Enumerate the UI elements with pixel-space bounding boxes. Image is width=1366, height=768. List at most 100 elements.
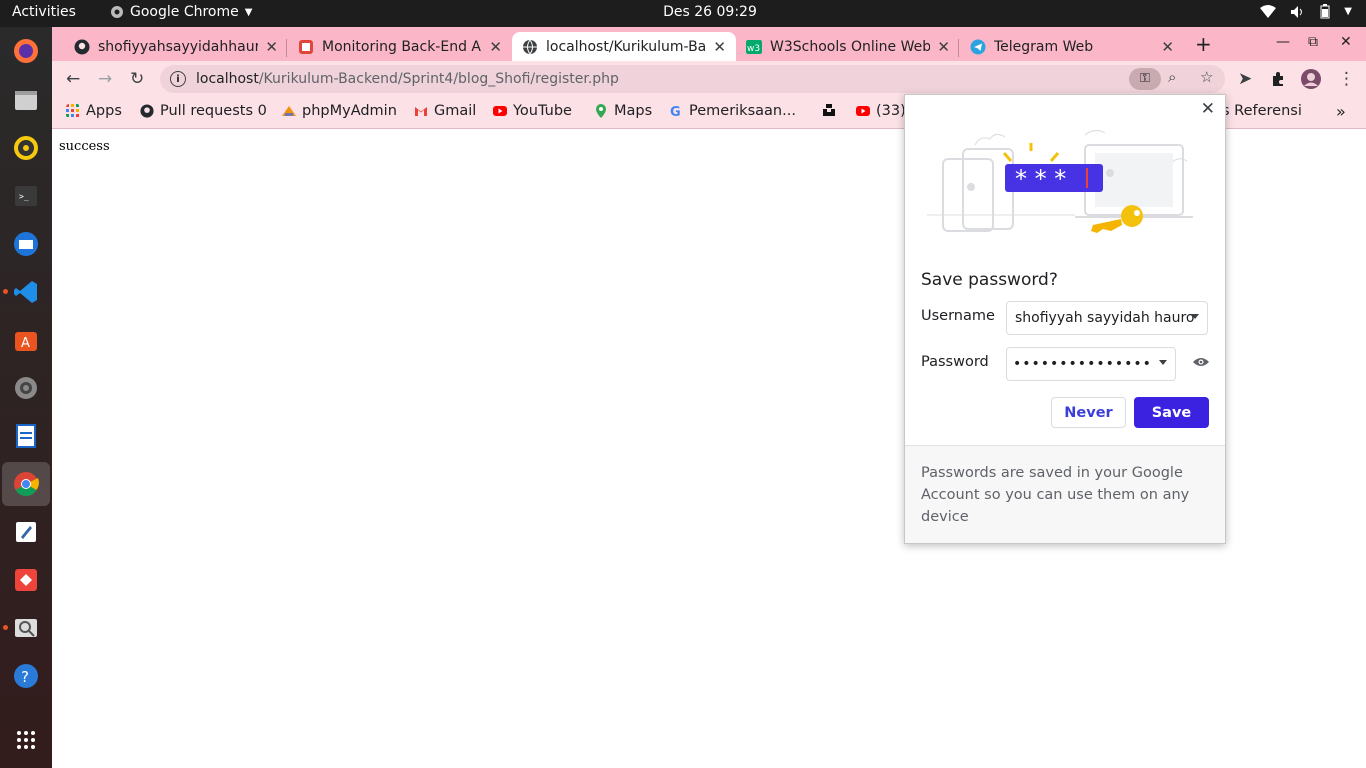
minimize-button[interactable]: — (1276, 34, 1290, 50)
youtube-icon (493, 106, 507, 116)
bookmark-label: phpMyAdmin (302, 103, 397, 119)
tab-title: Monitoring Back-End A (322, 38, 481, 55)
bookmark-pull-requests[interactable]: Pull requests 0 (140, 103, 267, 119)
tab-monitoring[interactable]: Monitoring Back-End A ✕ (288, 32, 512, 61)
never-button[interactable]: Never (1051, 397, 1126, 428)
writer-icon (16, 424, 36, 448)
image-viewer-icon (15, 619, 37, 637)
unsplash-icon (823, 104, 835, 116)
bookmark-maps[interactable]: Maps (594, 103, 652, 119)
bookmark-label: Apps (86, 103, 122, 119)
system-tray[interactable]: ▼ (1260, 4, 1352, 19)
dock-rhythmbox[interactable] (2, 126, 50, 170)
tab-w3schools[interactable]: w3 W3Schools Online Web ✕ (736, 32, 960, 61)
bookmark-label: Maps (614, 103, 653, 119)
dock-anydesk[interactable] (2, 558, 50, 602)
dock-text-editor[interactable] (2, 510, 50, 554)
close-icon[interactable]: ✕ (1161, 38, 1174, 56)
close-icon[interactable]: ✕ (713, 38, 726, 56)
bookmark-referensi[interactable]: s Referensi (1222, 103, 1302, 119)
save-password-dialog: ✕ * * * Save password? Username shofiyya… (904, 94, 1226, 544)
bookmark-label: s Referensi (1222, 103, 1302, 119)
close-icon[interactable]: ✕ (937, 38, 950, 56)
bookmark-pemeriksaan[interactable]: G Pemeriksaan... (669, 103, 796, 119)
password-select[interactable]: ••••••••••••••• (1006, 347, 1176, 381)
folder-icon (15, 91, 37, 110)
username-select[interactable]: shofiyyah sayyidah hauro (1006, 301, 1208, 335)
svg-text:A: A (21, 336, 30, 351)
dock-chrome[interactable] (2, 462, 50, 506)
chevron-down-icon: ▼ (1344, 6, 1352, 17)
reload-button[interactable]: ↻ (130, 69, 144, 89)
bookmark-youtube-33[interactable]: (33) (856, 103, 906, 119)
software-center-icon: A (15, 332, 37, 351)
username-label: Username (921, 308, 995, 324)
username-value: shofiyyah sayyidah hauro (1015, 310, 1195, 326)
bookmark-gmail[interactable]: Gmail (414, 103, 476, 119)
eye-icon[interactable] (1192, 356, 1210, 368)
back-button[interactable]: ← (66, 69, 80, 89)
show-applications-button[interactable] (2, 718, 50, 762)
maximize-button[interactable]: ⧉ (1308, 34, 1318, 50)
w3schools-icon: w3 (746, 39, 762, 54)
close-window-button[interactable]: ✕ (1340, 34, 1352, 50)
bookmark-unsplash[interactable] (822, 103, 836, 117)
phpmyadmin-icon (282, 106, 296, 116)
dock-vscode[interactable] (2, 270, 50, 314)
volume-icon (1291, 5, 1303, 18)
chevron-down-icon (1159, 360, 1167, 365)
bookmark-label: YouTube (513, 103, 572, 119)
battery-icon (1320, 4, 1330, 19)
tab-github[interactable]: shofiyyahsayyidahhauro ✕ (64, 32, 288, 61)
vscode-icon (14, 281, 37, 303)
bookmark-star-icon[interactable]: ☆ (1200, 68, 1213, 86)
tab-localhost[interactable]: localhost/Kurikulum-Ba ✕ (512, 32, 736, 61)
tab-telegram[interactable]: Telegram Web ✕ (960, 32, 1184, 61)
password-illustration: * * * (927, 129, 1193, 233)
music-icon (14, 136, 38, 160)
save-button[interactable]: Save (1134, 397, 1209, 428)
menu-icon[interactable]: ⋮ (1338, 69, 1355, 89)
clock[interactable]: Des 26 09:29 (0, 4, 1366, 20)
apps-grid-icon (66, 104, 79, 117)
terminal-icon: >_ (15, 186, 37, 206)
send-tab-icon[interactable]: ➤ (1238, 69, 1252, 89)
bookmark-youtube[interactable]: YouTube (493, 103, 572, 119)
dock-settings[interactable] (2, 366, 50, 410)
address-bar[interactable]: i localhost/Kurikulum-Backend/Sprint4/bl… (160, 65, 1225, 93)
svg-text:>_: >_ (19, 192, 29, 201)
dock-terminal[interactable]: >_ (2, 174, 50, 218)
close-icon[interactable]: ✕ (489, 38, 502, 56)
avatar[interactable] (1300, 68, 1322, 90)
password-value: ••••••••••••••• (1013, 356, 1152, 372)
close-icon[interactable]: ✕ (265, 38, 278, 56)
dialog-title: Save password? (921, 270, 1058, 290)
dock-files[interactable] (2, 78, 50, 122)
dock-software[interactable]: A (2, 318, 50, 362)
bookmark-label: Pull requests 0 (160, 103, 267, 119)
github-icon (74, 39, 90, 54)
firefox-icon (14, 39, 38, 63)
maps-icon (596, 104, 606, 118)
info-icon[interactable]: i (170, 71, 186, 87)
forward-button[interactable]: → (98, 69, 112, 89)
dock-firefox[interactable] (2, 29, 50, 73)
zoom-icon[interactable]: ⌕ (1168, 68, 1176, 86)
apps-grid-icon (17, 731, 35, 749)
dock-thunderbird[interactable] (2, 222, 50, 266)
dock: >_ A ? (0, 27, 52, 768)
extensions-icon[interactable] (1270, 71, 1286, 87)
dock-help[interactable]: ? (2, 654, 50, 698)
bookmark-phpmyadmin[interactable]: phpMyAdmin (282, 103, 397, 119)
svg-text:G: G (670, 105, 681, 118)
telegram-icon (970, 39, 986, 54)
key-icon[interactable]: ⚿ (1129, 68, 1161, 90)
browser-toolbar: ← → ↻ i localhost/Kurikulum-Backend/Spri… (52, 61, 1366, 97)
bookmark-apps[interactable]: Apps (66, 103, 122, 119)
text-editor-icon (16, 522, 36, 542)
new-tab-button[interactable]: + (1195, 32, 1212, 56)
dock-image-viewer[interactable] (2, 606, 50, 650)
chevron-double-right-icon[interactable]: » (1336, 102, 1346, 121)
page-message: success (59, 139, 110, 154)
dock-writer[interactable] (2, 414, 50, 458)
